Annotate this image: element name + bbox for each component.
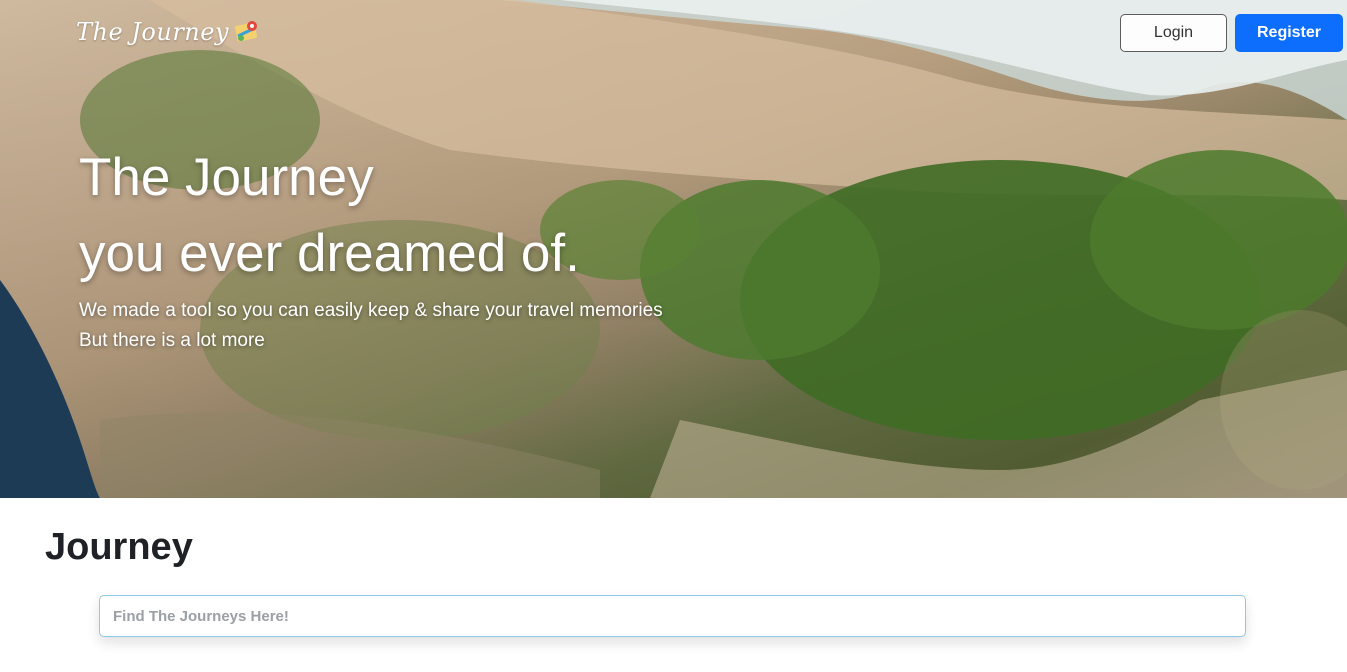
- hero-banner: The Journey Login Register The Journey y…: [0, 0, 1347, 498]
- logo[interactable]: The Journey: [76, 12, 261, 52]
- section-title: Journey: [45, 526, 193, 568]
- register-button[interactable]: Register: [1235, 14, 1343, 52]
- login-button[interactable]: Login: [1120, 14, 1227, 52]
- page: The Journey Login Register The Journey y…: [0, 0, 1347, 672]
- hero-title-line-1: The Journey: [79, 148, 374, 207]
- search-input[interactable]: [99, 595, 1246, 637]
- hero-title-line-2: you ever dreamed of.: [79, 224, 580, 283]
- hero-subtitle-line-1: We made a tool so you can easily keep & …: [79, 300, 663, 321]
- hero-subtitle: We made a tool so you can easily keep & …: [79, 296, 779, 356]
- map-pin-icon: [234, 21, 258, 42]
- hero-subtitle-line-2: But there is a lot more: [79, 330, 265, 351]
- logo-text: The Journey: [76, 18, 230, 46]
- hero-title: The Journey you ever dreamed of.: [79, 140, 779, 292]
